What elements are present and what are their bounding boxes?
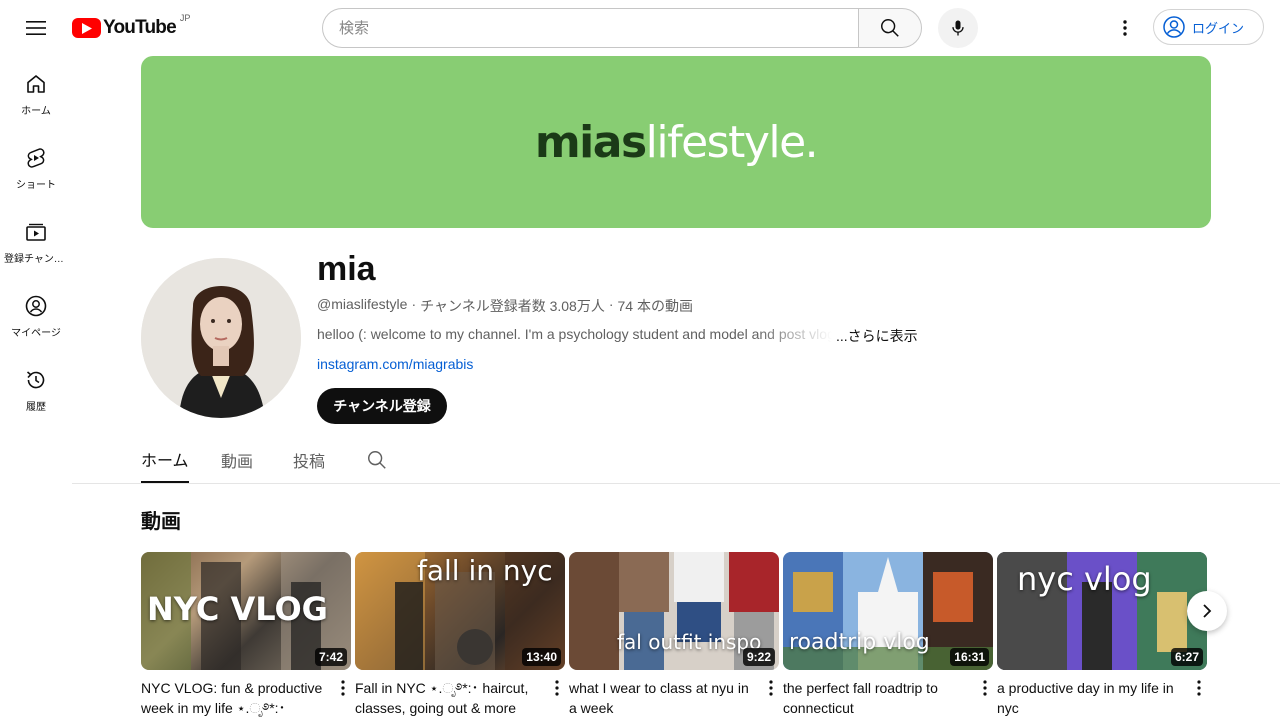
more-vert-icon (983, 680, 987, 696)
sidebar-item-you[interactable]: マイページ (0, 278, 72, 352)
banner-text-light: lifestyle. (645, 116, 819, 168)
logo-text: YouTube (103, 17, 177, 38)
search-button[interactable] (858, 8, 922, 48)
sidebar-item-label: 履歴 (26, 401, 46, 413)
video-card[interactable]: fall in nyc 13:40 Fall in NYC ⋆.ೃ࿔*:･ ha… (355, 552, 565, 716)
channel-handle: @miaslifestyle (317, 296, 408, 312)
video-duration: 16:31 (950, 648, 989, 666)
channel-name: mia (317, 250, 376, 288)
carousel-next-button[interactable] (1187, 591, 1227, 631)
show-more-link[interactable]: ...さらに表示 (836, 326, 918, 346)
sidebar-item-home[interactable]: ホーム (0, 56, 72, 130)
video-card[interactable]: fal outfit inspo 9:22 what I wear to cla… (569, 552, 779, 716)
subscriber-count: チャンネル登録者数 3.08万人 (420, 298, 605, 314)
description-text: helloo (: welcome to my channel. I'm a p… (317, 326, 832, 342)
channel-banner: miaslifestyle. (141, 56, 1211, 228)
login-button[interactable]: ログイン (1153, 9, 1264, 45)
subscriptions-icon (26, 223, 46, 241)
video-thumbnail[interactable]: roadtrip vlog 16:31 (783, 552, 993, 670)
channel-avatar[interactable] (141, 258, 301, 418)
avatar-image (141, 258, 301, 418)
login-label: ログイン (1192, 20, 1245, 36)
tab-search[interactable] (366, 437, 388, 483)
more-vert-icon (555, 680, 559, 696)
meta-separator: · (608, 296, 614, 312)
search-icon (368, 451, 386, 469)
banner-text-dark: mias (534, 116, 647, 168)
subscribe-button[interactable]: チャンネル登録 (317, 388, 447, 424)
country-code: JP (179, 13, 191, 23)
channel-link[interactable]: instagram.com/miagrabis (317, 356, 473, 372)
video-thumbnail[interactable]: NYC VLOG 7:42 (141, 552, 351, 670)
video-card[interactable]: roadtrip vlog 16:31 the perfect fall roa… (783, 552, 993, 716)
account-circle-icon (1163, 16, 1185, 38)
home-icon (27, 74, 45, 93)
video-menu-button[interactable] (549, 678, 565, 698)
chevron-right-icon (1203, 604, 1212, 618)
video-title[interactable]: the perfect fall roadtrip to connecticut (783, 678, 965, 718)
hamburger-icon (26, 21, 46, 35)
video-card[interactable]: nyc vlog 6:27 a productive day in my lif… (997, 552, 1207, 716)
video-duration: 7:42 (314, 648, 347, 666)
microphone-icon (952, 20, 964, 36)
video-thumbnail[interactable]: fal outfit inspo 9:22 (569, 552, 779, 670)
channel-tabs: ホーム 動画 投稿 (72, 437, 1280, 484)
video-title[interactable]: NYC VLOG: fun & productive week in my li… (141, 678, 323, 718)
video-menu-button[interactable] (1191, 678, 1207, 698)
sidebar-item-history[interactable]: 履歴 (0, 352, 72, 426)
video-duration: 9:22 (742, 648, 775, 666)
menu-button[interactable] (16, 8, 56, 48)
sidebar-item-label: ショート (16, 179, 56, 191)
more-vert-icon (769, 680, 773, 696)
more-vert-icon (341, 680, 345, 696)
settings-menu-button[interactable] (1105, 8, 1145, 48)
sidebar-item-label: 登録チャンネル (4, 253, 68, 265)
video-menu-button[interactable] (763, 678, 779, 698)
more-vert-icon (1197, 680, 1201, 696)
video-count: 74 本の動画 (617, 298, 693, 314)
search-input[interactable] (322, 8, 858, 48)
video-title[interactable]: what I wear to class at nyu in a week (569, 678, 751, 718)
search-icon (881, 19, 899, 37)
video-title[interactable]: Fall in NYC ⋆.ೃ࿔*:･ haircut, classes, go… (355, 678, 537, 718)
you-icon (25, 295, 47, 316)
top-bar: YouTube JP ログイン (0, 0, 1280, 56)
sidebar-item-shorts[interactable]: ショート (0, 130, 72, 204)
search-bar (322, 8, 922, 48)
shorts-icon (27, 147, 45, 168)
banner-logo: miaslifestyle. (534, 116, 819, 168)
video-menu-button[interactable] (977, 678, 993, 698)
video-thumbnail[interactable]: nyc vlog 6:27 (997, 552, 1207, 670)
mini-guide: ホーム ショート 登録チャンネル マイページ 履歴 (0, 56, 72, 426)
tab-home[interactable]: ホーム (141, 437, 189, 483)
thumbnail-overlay-text: roadtrip vlog (789, 630, 930, 655)
sidebar-item-subscriptions[interactable]: 登録チャンネル (0, 204, 72, 278)
voice-search-button[interactable] (938, 8, 978, 48)
channel-meta: @miaslifestyle · チャンネル登録者数 3.08万人 · 74 本… (317, 296, 693, 316)
sidebar-item-label: ホーム (21, 105, 51, 117)
sidebar-item-label: マイページ (11, 327, 61, 339)
youtube-play-icon (72, 18, 101, 38)
history-icon (26, 370, 45, 388)
video-duration: 6:27 (1170, 648, 1203, 666)
tab-videos[interactable]: 動画 (221, 437, 253, 483)
more-vert-icon (1123, 20, 1127, 36)
meta-separator: · (411, 296, 417, 312)
video-title[interactable]: a productive day in my life in nyc (997, 678, 1179, 718)
video-menu-button[interactable] (335, 678, 351, 698)
channel-description[interactable]: helloo (: welcome to my channel. I'm a p… (317, 326, 918, 346)
youtube-logo[interactable]: YouTube JP (72, 13, 190, 39)
video-thumbnail[interactable]: fall in nyc 13:40 (355, 552, 565, 670)
thumbnail-overlay-text: NYC VLOG (147, 590, 328, 628)
video-card[interactable]: NYC VLOG 7:42 NYC VLOG: fun & productive… (141, 552, 351, 716)
thumbnail-overlay-text: fall in nyc (417, 554, 553, 587)
video-duration: 13:40 (522, 648, 561, 666)
thumbnail-overlay-text: fal outfit inspo (617, 630, 762, 654)
tab-posts[interactable]: 投稿 (293, 437, 325, 483)
thumbnail-overlay-text: nyc vlog (1017, 560, 1152, 598)
section-title: 動画 (141, 511, 181, 533)
